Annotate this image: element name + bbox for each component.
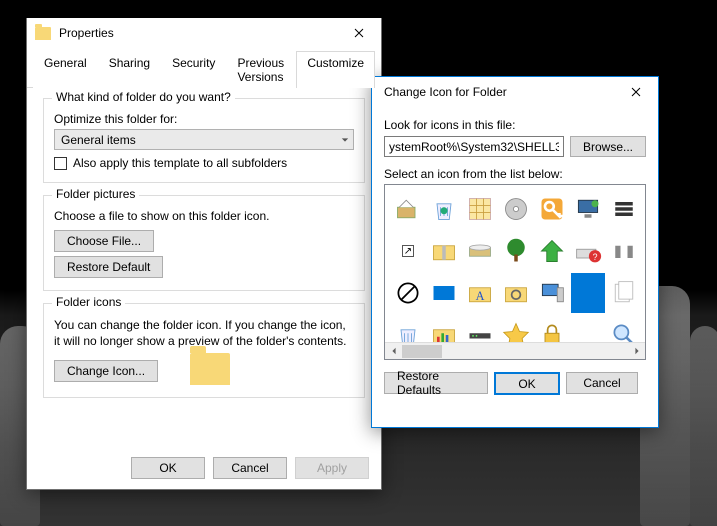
font-folder-icon[interactable]: A [463,273,497,313]
choose-file-button[interactable]: Choose File... [54,230,154,252]
shortcut-overlay-icon[interactable]: ↗ [391,231,425,271]
key-icon[interactable] [535,189,569,229]
scroll-thumb[interactable] [402,345,442,358]
folder-preview-icon [190,353,230,385]
optimize-dropdown[interactable]: General items [54,129,354,150]
computer-icon[interactable] [535,273,569,313]
panel-icon[interactable] [607,189,641,229]
properties-footer: OK Cancel Apply [131,457,369,479]
tab-strip: General Sharing Security Previous Versio… [27,50,381,88]
icon-path-input[interactable] [384,136,564,157]
restore-default-button[interactable]: Restore Default [54,256,163,278]
chevron-down-icon [341,133,349,147]
desktop-icon[interactable] [427,273,461,313]
ok-button[interactable]: OK [494,372,560,395]
group-folder-pictures: Folder pictures Choose a file to show on… [43,195,365,291]
close-button[interactable] [336,18,381,48]
change-icon-dialog: Change Icon for Folder Look for icons in… [371,76,659,428]
up-arrow-icon[interactable] [535,231,569,271]
window-title: Properties [59,26,336,40]
icon-grid: ↗ ? A [385,185,645,359]
checkbox-label: Also apply this template to all subfolde… [73,156,287,170]
scroll-right-icon[interactable] [628,343,645,360]
look-for-label: Look for icons in this file: [384,118,646,132]
close-button[interactable] [613,77,658,107]
scroll-left-icon[interactable] [385,343,402,360]
apply-subfolders-checkbox[interactable]: Also apply this template to all subfolde… [54,156,354,170]
svg-text:A: A [476,289,485,303]
icons-desc: You can change the folder icon. If you c… [54,317,354,349]
select-icon-label: Select an icon from the list below: [384,167,646,181]
drive-help-icon[interactable]: ? [571,231,605,271]
change-icon-button[interactable]: Change Icon... [54,360,158,382]
group-label: Folder icons [52,295,125,309]
tab-sharing[interactable]: Sharing [98,51,161,88]
folder-icon [35,27,51,40]
ok-button[interactable]: OK [131,457,205,479]
svg-text:?: ? [593,252,598,262]
group-folder-kind: What kind of folder do you want? Optimiz… [43,98,365,183]
block-icon[interactable] [391,273,425,313]
tree-icon[interactable] [499,231,533,271]
cancel-button[interactable]: Cancel [213,457,287,479]
blank-selected-icon[interactable] [571,273,605,313]
properties-window: Properties General Sharing Security Prev… [26,18,382,490]
install-icon[interactable] [391,189,425,229]
grid-icon[interactable] [463,189,497,229]
dropdown-value: General items [61,133,136,147]
cancel-button[interactable]: Cancel [566,372,638,394]
settings-folder-icon[interactable] [499,273,533,313]
properties-titlebar[interactable]: Properties [27,18,381,48]
restore-defaults-button[interactable]: Restore Defaults [384,372,488,394]
change-icon-titlebar[interactable]: Change Icon for Folder [372,77,658,107]
group-label: What kind of folder do you want? [52,90,235,104]
group-label: Folder pictures [52,187,139,201]
icon-scrollbar[interactable] [385,342,645,359]
recycle-bin-icon[interactable] [427,189,461,229]
tab-customize[interactable]: Customize [296,51,375,88]
apply-button[interactable]: Apply [295,457,369,479]
drive-icon[interactable] [463,231,497,271]
documents-stack-icon[interactable] [607,273,641,313]
dialog-title: Change Icon for Folder [380,85,613,99]
group-folder-icons: Folder icons You can change the folder i… [43,303,365,398]
change-icon-footer: Restore Defaults OK Cancel [384,372,646,395]
zip-folder-icon[interactable] [427,231,461,271]
monitor-icon[interactable] [571,189,605,229]
disc-icon[interactable] [499,189,533,229]
tab-general[interactable]: General [33,51,98,88]
scroll-track[interactable] [402,343,628,359]
tab-previous-versions[interactable]: Previous Versions [226,51,296,88]
checkbox-box [54,157,67,170]
unknown-icon[interactable] [607,231,641,271]
optimize-label: Optimize this folder for: [54,112,354,126]
icon-list: ↗ ? A [384,184,646,360]
browse-button[interactable]: Browse... [570,136,646,157]
pictures-desc: Choose a file to show on this folder ico… [54,209,354,223]
tab-security[interactable]: Security [161,51,226,88]
